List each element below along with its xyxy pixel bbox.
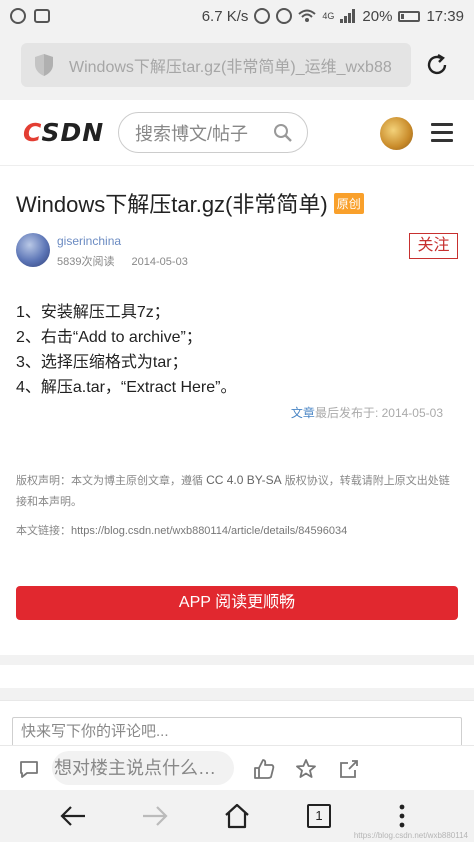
wifi-icon [298,9,317,22]
network-type: 4G [322,11,335,21]
author-avatar[interactable] [16,233,50,267]
comment-icon[interactable] [18,758,40,780]
search-icon[interactable] [273,123,293,143]
article-meta: 5839次阅读 2014-05-03 [57,253,202,269]
content-line: 2、右击“Add to archive”； [16,329,202,346]
article-link: 本文链接：https://blog.csdn.net/wxb880114/art… [16,522,347,538]
battery-percent: 20% [362,7,393,25]
watermark: https://blog.csdn.net/wxb880114 [353,831,468,840]
publish-date: 2014-05-03 [131,256,188,268]
comment-box[interactable]: 想对楼主说点什么… [52,751,234,785]
divider [0,655,474,665]
share-icon[interactable] [338,758,360,780]
more-icon[interactable] [388,803,416,829]
article-content: 1、安装解压工具7z； 2、右击“Add to archive”； 3、选择压缩… [16,300,237,400]
battery-icon [398,10,421,22]
post-info-text: 最后发布于: 2014-05-03 [314,406,443,420]
article-url[interactable]: https://blog.csdn.net/wxb880114/article/… [71,525,347,537]
search-placeholder: 搜索博文/帖子 [135,123,249,144]
content-line: 1、安装解压工具7z； [16,304,170,321]
back-icon[interactable] [59,803,87,829]
qq-icon [10,8,26,24]
divider [0,688,474,700]
license-link[interactable]: CC 4.0 BY-SA [206,473,282,487]
alarm-icon [254,8,271,24]
comment-toolbar: 想对楼主说点什么… [0,745,474,790]
link-label: 本文链接： [16,525,71,537]
signal-icon [340,9,356,23]
star-icon[interactable] [295,758,317,780]
original-badge: 原创 [333,193,364,214]
shield-icon [35,54,53,76]
forward-icon[interactable] [141,803,169,829]
wechat-icon [34,9,50,23]
status-bar: 6.7 K/s 4G 20% 17:39 [0,0,474,32]
home-icon[interactable] [223,803,251,829]
article-title: Windows下解压tar.gz(非常简单) 原创 [16,187,364,219]
network-speed: 6.7 K/s [201,7,249,25]
comment-input[interactable]: 快来写下你的评论吧... [12,717,462,747]
tabs-button[interactable]: 1 [307,804,331,828]
eye-icon [276,8,293,24]
csdn-logo[interactable]: CSDN [23,118,104,147]
search-input[interactable]: 搜索博文/帖子 [118,112,308,153]
open-app-button[interactable]: APP 阅读更顺畅 [16,586,458,620]
browser-toolbar: Windows下解压tar.gz(非常简单)_运维_wxb88 [0,32,474,100]
url-bar[interactable]: Windows下解压tar.gz(非常简单)_运维_wxb88 [21,43,411,87]
like-icon[interactable] [253,758,275,780]
copyright-text: 版权声明：本文为博主原创文章，遵循 [16,475,207,487]
reload-icon[interactable] [424,52,450,78]
status-right: 6.7 K/s 4G 20% 17:39 [202,8,464,25]
content-line: 3、选择压缩格式为tar； [16,354,188,371]
copyright-notice: 版权声明：本文为博主原创文章，遵循 CC 4.0 BY-SA 版权协议，转载请附… [16,470,458,513]
author-name[interactable]: giserinchina [57,234,121,248]
content-line: 4、解压a.tar，“Extract Here”。 [16,379,237,396]
user-avatar[interactable] [380,117,413,150]
browser-nav-bar: 1 https://blog.csdn.net/wxb880114 [0,790,474,842]
status-left [10,8,50,24]
clock: 17:39 [426,7,464,25]
title-text: Windows下解压tar.gz(非常简单) [16,192,328,217]
menu-icon[interactable] [431,123,453,143]
follow-button[interactable]: 关注 [409,233,458,259]
site-header: CSDN 搜索博文/帖子 [0,100,474,166]
read-count: 5839次阅读 [57,256,115,268]
url-text: Windows下解压tar.gz(非常简单)_运维_wxb88 [69,59,392,76]
post-info: 文章最后发布于: 2014-05-03 [291,404,443,421]
article-category-link[interactable]: 文章 [291,406,315,420]
